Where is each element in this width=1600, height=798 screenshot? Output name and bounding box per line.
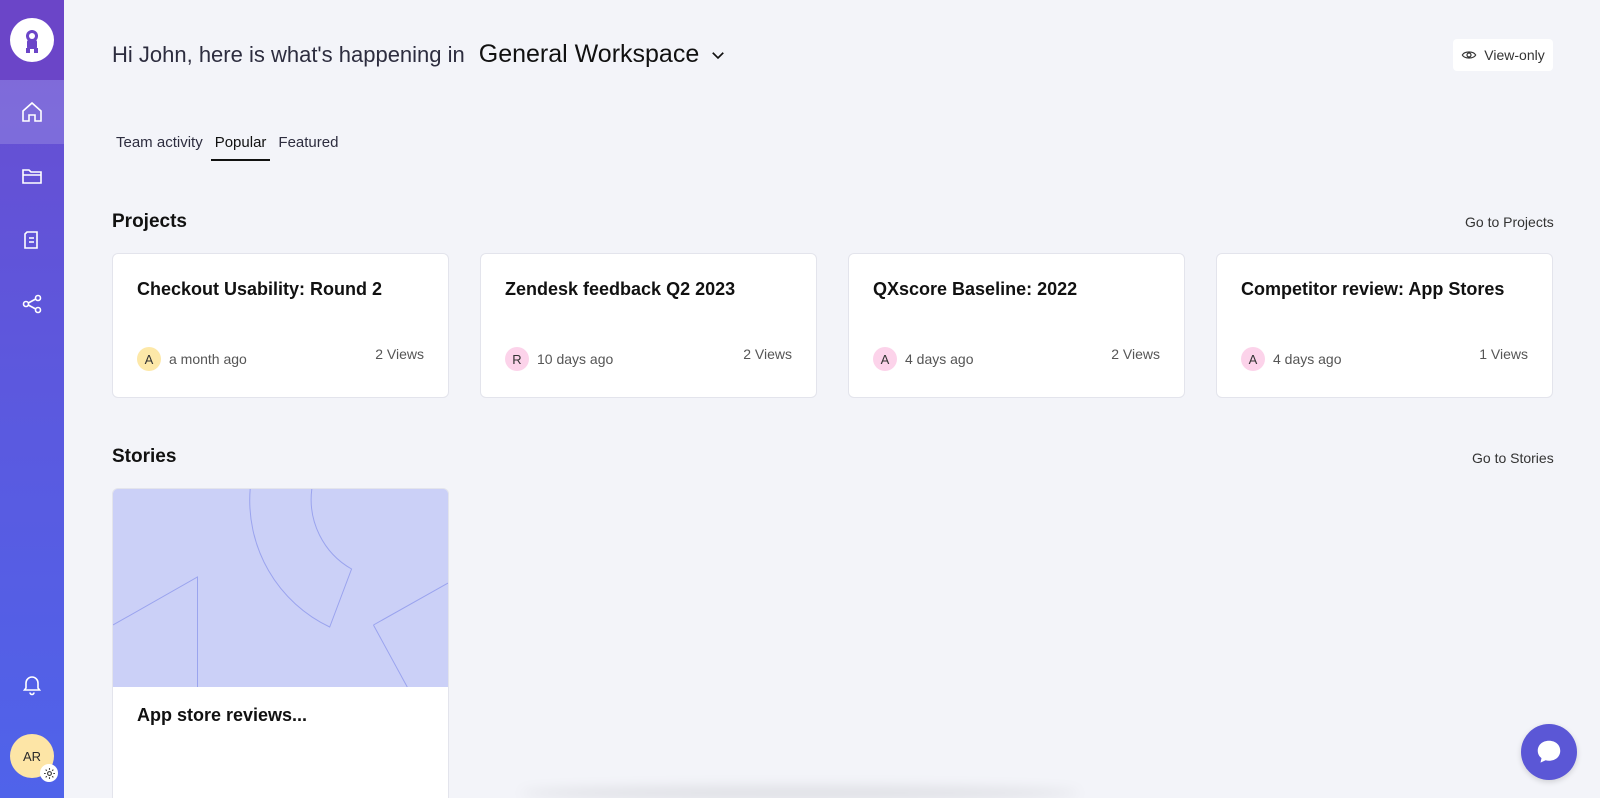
gear-icon[interactable] [40,764,58,782]
go-to-stories-link[interactable]: Go to Stories [1472,450,1554,466]
owner-avatar: A [137,347,161,371]
project-meta: A 4 days ago [873,347,974,371]
page-header: Hi John, here is what's happening in Gen… [112,40,727,69]
nav-home[interactable] [0,80,64,144]
view-only-badge[interactable]: View-only [1453,39,1553,71]
project-card[interactable]: Checkout Usability: Round 2 A a month ag… [112,253,449,398]
project-title: Competitor review: App Stores [1241,279,1505,299]
nav-share[interactable] [0,272,64,336]
bell-icon [22,676,42,696]
app-logo[interactable] [0,0,64,80]
tab-team-activity[interactable]: Team activity [112,132,207,161]
notifications-button[interactable] [0,652,64,716]
nav-projects[interactable] [0,144,64,208]
sidebar: AR [0,0,64,798]
activity-tabs: Team activity Popular Featured [112,132,346,161]
project-views: 2 Views [375,346,424,362]
share-icon [22,294,42,314]
project-views: 2 Views [743,346,792,362]
project-card[interactable]: QXscore Baseline: 2022 A 4 days ago 2 Vi… [848,253,1185,398]
workspace-selector[interactable]: General Workspace [479,40,727,69]
project-title: Zendesk feedback Q2 2023 [505,279,736,299]
project-meta: R 10 days ago [505,347,613,371]
project-meta: A 4 days ago [1241,347,1342,371]
owner-avatar: A [1241,347,1265,371]
project-time: a month ago [169,351,247,367]
owner-avatar: R [505,347,529,371]
project-meta: A a month ago [137,347,247,371]
workspace-name: General Workspace [478,40,700,68]
chat-icon [1537,740,1561,763]
story-card[interactable]: App store reviews... [112,488,449,798]
tab-featured[interactable]: Featured [274,132,342,161]
tab-popular[interactable]: Popular [210,132,271,161]
project-title: QXscore Baseline: 2022 [873,279,1078,299]
project-title: Checkout Usability: Round 2 [137,279,383,299]
eye-icon [1461,51,1477,59]
project-views: 1 Views [1479,346,1528,362]
chevron-down-icon [712,51,725,59]
home-icon [22,101,42,122]
project-time: 10 days ago [537,351,614,367]
nav-documents[interactable] [0,208,64,272]
greeting-text: Hi John, here is what's happening in [112,41,465,67]
astronaut-logo-icon [10,18,54,62]
projects-heading: Projects [112,211,187,232]
folder-icon [22,169,42,184]
chat-button[interactable] [1521,724,1577,780]
user-initials: AR [22,748,42,764]
story-thumbnail [113,489,448,687]
project-views: 2 Views [1111,346,1160,362]
bottom-shadow [520,786,1080,798]
project-time: 4 days ago [1273,351,1342,367]
stories-heading: Stories [112,446,177,467]
user-avatar[interactable]: AR [10,734,58,782]
project-card[interactable]: Zendesk feedback Q2 2023 R 10 days ago 2… [480,253,817,398]
view-only-label: View-only [1484,47,1545,63]
go-to-projects-link[interactable]: Go to Projects [1465,214,1554,230]
owner-avatar: A [873,347,897,371]
project-time: 4 days ago [905,351,974,367]
story-title: App store reviews... [137,705,308,725]
project-card[interactable]: Competitor review: App Stores A 4 days a… [1216,253,1553,398]
document-icon [24,231,38,249]
